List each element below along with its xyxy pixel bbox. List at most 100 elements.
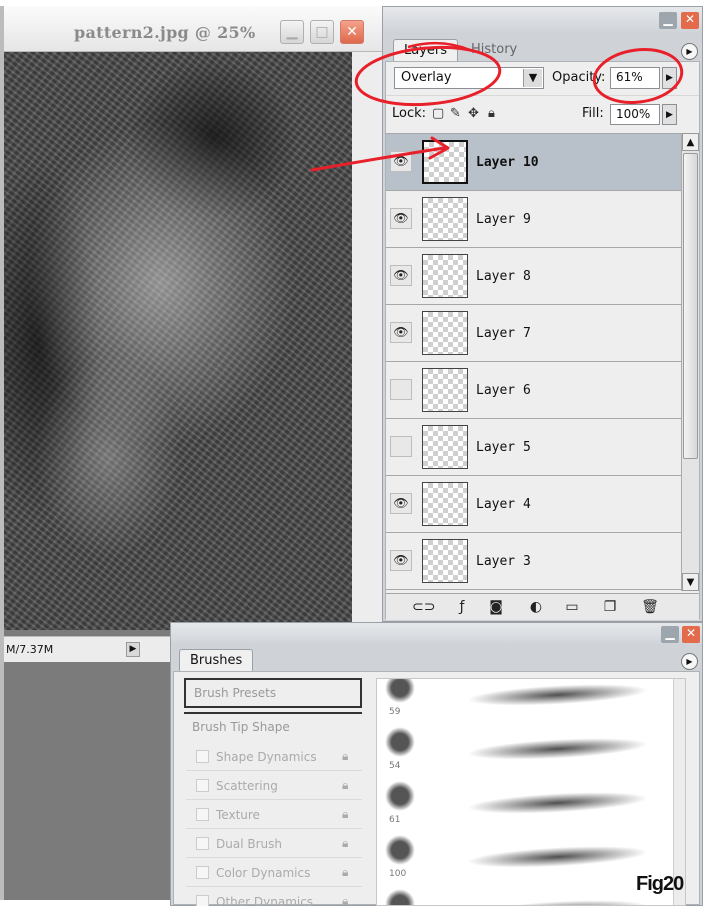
- lock-row: Lock: ▢ ✎ ✥ 🔒︎ Fill: 100% ▶: [386, 95, 699, 131]
- fill-field[interactable]: 100%: [610, 104, 660, 125]
- layer-thumbnail[interactable]: [422, 140, 468, 184]
- layer-list-scrollbar[interactable]: ▲ ▼: [681, 133, 699, 591]
- brushes-close-button[interactable]: ✕: [682, 626, 700, 643]
- eye-visibility-toggle-empty[interactable]: [390, 379, 412, 400]
- brushes-panel-body: Brush Presets Brush Tip Shape Shape Dyna…: [173, 671, 700, 906]
- status-menu-arrow-icon[interactable]: ▶: [126, 642, 140, 657]
- adjustment-layer-icon[interactable]: ◐: [526, 599, 546, 615]
- brush-tip-shape-button[interactable]: Brush Tip Shape: [184, 712, 362, 742]
- opacity-field[interactable]: 61%: [610, 67, 660, 89]
- brush-option-checkbox[interactable]: [196, 779, 209, 792]
- lock-all-padlock-icon[interactable]: 🔒︎: [488, 106, 495, 121]
- brushes-minimize-button[interactable]: ▁: [661, 626, 679, 643]
- layer-list: 👁︎ Layer 10 👁︎ Layer 9 👁︎ Layer 8 👁︎ Lay…: [386, 133, 681, 591]
- brush-option-row[interactable]: Texture 🔒︎: [186, 802, 362, 829]
- figure-label: Fig20: [636, 873, 684, 895]
- brush-size-number: 59: [389, 707, 401, 717]
- brush-option-row[interactable]: Scattering 🔒︎: [186, 773, 362, 800]
- brushes-panel: ▁ ✕ Brushes ▶ Brush Presets Brush Tip Sh…: [170, 622, 703, 906]
- lock-transparency-icon[interactable]: ▢: [432, 106, 444, 121]
- maximize-button[interactable]: □: [310, 20, 334, 44]
- brush-stroke-item[interactable]: 54: [377, 721, 669, 778]
- layer-thumbnail[interactable]: [422, 482, 468, 526]
- brush-presets-button[interactable]: Brush Presets: [184, 678, 362, 708]
- layer-thumbnail[interactable]: [422, 254, 468, 298]
- brush-option-row[interactable]: Color Dynamics 🔒︎: [186, 860, 362, 887]
- brush-stroke-preview-list[interactable]: 59 54 61 100 39: [376, 678, 686, 906]
- panel-close-button[interactable]: ✕: [681, 12, 699, 29]
- layer-row[interactable]: 👁︎ Layer 10: [386, 134, 681, 191]
- brush-option-checkbox[interactable]: [196, 808, 209, 821]
- brushes-menu-icon[interactable]: ▶: [681, 653, 698, 670]
- add-mask-icon[interactable]: ◙: [486, 599, 506, 615]
- panel-menu-icon[interactable]: ▶: [681, 43, 698, 60]
- lock-position-move-icon[interactable]: ✥: [468, 106, 479, 121]
- layer-row[interactable]: 👁︎ Layer 9: [386, 191, 681, 248]
- brush-stroke-sample: [429, 726, 663, 770]
- brush-list-scrollbar[interactable]: [673, 679, 685, 905]
- layer-row[interactable]: 👁︎ Layer 8: [386, 248, 681, 305]
- eye-visibility-icon[interactable]: 👁︎: [390, 265, 412, 286]
- brush-stroke-item[interactable]: 39: [377, 883, 669, 905]
- tab-brushes[interactable]: Brushes: [179, 649, 254, 671]
- minimize-button[interactable]: ▁: [280, 20, 304, 44]
- brush-option-checkbox[interactable]: [196, 837, 209, 850]
- layer-name: Layer 4: [476, 497, 531, 512]
- new-group-folder-icon[interactable]: ▭: [562, 599, 582, 615]
- brush-option-checkbox[interactable]: [196, 750, 209, 763]
- panel-minimize-button[interactable]: ▁: [659, 12, 677, 29]
- lock-pixels-brush-icon[interactable]: ✎: [450, 106, 461, 121]
- brush-option-row[interactable]: Dual Brush 🔒︎: [186, 831, 362, 858]
- opacity-slider-arrow-icon[interactable]: ▶: [662, 67, 677, 89]
- brush-option-row[interactable]: Other Dynamics 🔒︎: [186, 889, 362, 906]
- eye-visibility-icon[interactable]: 👁︎: [390, 151, 412, 172]
- scroll-down-icon[interactable]: ▼: [682, 573, 699, 591]
- brush-option-checkbox[interactable]: [196, 866, 209, 879]
- padlock-icon: 🔒︎: [342, 749, 349, 763]
- layer-thumbnail[interactable]: [422, 539, 468, 583]
- layer-row[interactable]: 👁︎ Layer 3: [386, 533, 681, 590]
- lock-label: Lock:: [392, 106, 427, 121]
- brush-option-checkbox[interactable]: [196, 895, 209, 906]
- layers-panel-titlebar[interactable]: ▁ ✕: [383, 7, 702, 33]
- layer-row[interactable]: Layer 5: [386, 419, 681, 476]
- new-layer-icon[interactable]: ❐: [600, 599, 620, 615]
- scrollbar-thumb[interactable]: [683, 153, 698, 459]
- layer-style-fx-icon[interactable]: ƒ: [452, 599, 472, 615]
- brush-tip-preview: [385, 727, 415, 757]
- eye-visibility-icon[interactable]: 👁︎: [390, 550, 412, 571]
- eye-visibility-icon[interactable]: 👁︎: [390, 493, 412, 514]
- close-button[interactable]: ✕: [340, 20, 364, 44]
- layer-name: Layer 9: [476, 212, 531, 227]
- eye-visibility-icon[interactable]: 👁︎: [390, 322, 412, 343]
- layer-thumbnail[interactable]: [422, 425, 468, 469]
- layer-thumbnail[interactable]: [422, 368, 468, 412]
- brush-stroke-item[interactable]: 61: [377, 775, 669, 832]
- tab-history[interactable]: History: [461, 39, 527, 61]
- layer-thumbnail[interactable]: [422, 311, 468, 355]
- brushes-panel-titlebar[interactable]: ▁ ✕: [171, 623, 702, 645]
- padlock-icon: 🔒︎: [342, 807, 349, 821]
- scroll-up-icon[interactable]: ▲: [682, 133, 699, 151]
- brush-option-label: Dual Brush: [216, 837, 282, 851]
- layer-row[interactable]: 👁︎ Layer 7: [386, 305, 681, 362]
- document-titlebar[interactable]: pattern2.jpg @ 25% ▁ □ ✕: [4, 6, 382, 52]
- brush-stroke-item[interactable]: 59: [377, 679, 669, 724]
- brush-stroke-item[interactable]: 100: [377, 829, 669, 886]
- layer-row[interactable]: 👁︎ Layer 4: [386, 476, 681, 533]
- fill-slider-arrow-icon[interactable]: ▶: [662, 104, 677, 125]
- layer-thumbnail[interactable]: [422, 197, 468, 241]
- layer-row[interactable]: Layer 6: [386, 362, 681, 419]
- layers-footer-toolbar: ⊂⊃ ƒ ◙ ◐ ▭ ❐ 🗑︎: [386, 593, 699, 620]
- eye-visibility-toggle-empty[interactable]: [390, 436, 412, 457]
- document-status-bar: M/7.37M ▶: [4, 636, 174, 662]
- tab-layers[interactable]: Layers: [393, 39, 459, 61]
- link-layers-icon[interactable]: ⊂⊃: [412, 599, 435, 615]
- trash-delete-icon[interactable]: 🗑︎: [640, 599, 660, 615]
- image-canvas[interactable]: [4, 52, 352, 630]
- blend-mode-select[interactable]: Overlay ▼: [394, 67, 544, 89]
- eye-visibility-icon[interactable]: 👁︎: [390, 208, 412, 229]
- brush-tip-preview: [385, 889, 415, 905]
- chevron-down-icon[interactable]: ▼: [523, 69, 542, 87]
- brush-option-row[interactable]: Shape Dynamics 🔒︎: [186, 744, 362, 771]
